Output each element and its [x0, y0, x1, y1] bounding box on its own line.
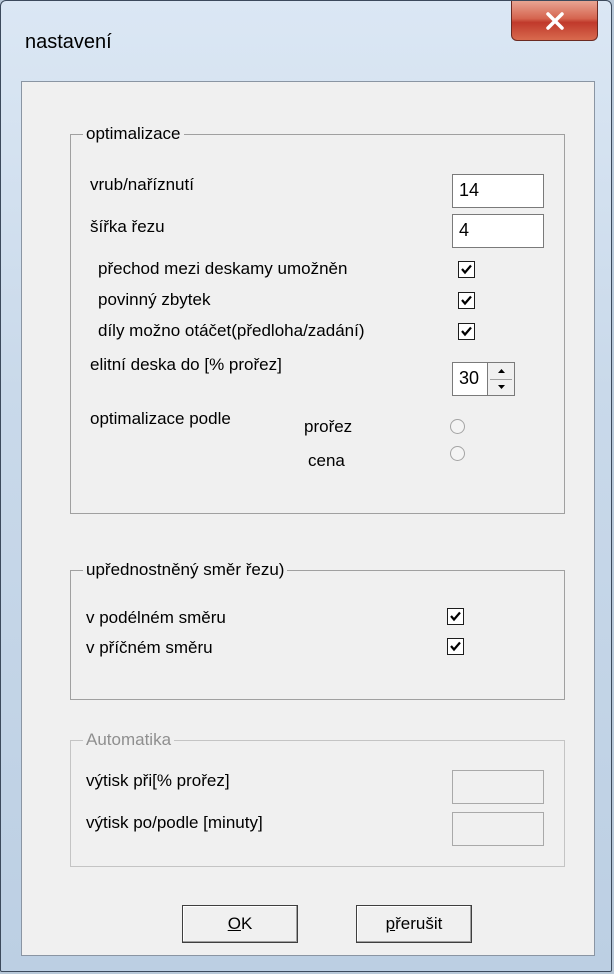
- check-icon: [461, 326, 472, 337]
- check-icon: [461, 295, 472, 306]
- arrow-up-icon: [497, 369, 505, 373]
- mandatory-rest-checkbox[interactable]: [458, 292, 475, 309]
- ok-mnemonic: O: [227, 914, 241, 933]
- longitudinal-label: v podélném směru: [86, 608, 226, 627]
- optimization-group-title: optimalizace: [83, 123, 184, 145]
- close-icon: [545, 11, 564, 30]
- ok-button[interactable]: OK: [182, 905, 298, 943]
- elite-board-spinner[interactable]: [487, 362, 515, 396]
- spin-up-button[interactable]: [488, 363, 514, 379]
- automation-group-title: Automatika: [83, 729, 175, 751]
- option-price-radio[interactable]: [450, 446, 465, 461]
- mandatory-rest-label: povinný zbytek: [98, 290, 211, 309]
- transition-checkbox[interactable]: [458, 261, 475, 278]
- option-waste-label: prořez: [304, 417, 353, 436]
- option-waste-radio[interactable]: [450, 419, 465, 434]
- transverse-label: v příčném směru: [86, 638, 213, 657]
- kerf-input[interactable]: 14: [452, 174, 544, 208]
- transverse-checkbox[interactable]: [447, 638, 464, 655]
- rotate-parts-label: díly možno otáčet(předloha/zadání): [98, 321, 365, 340]
- check-icon: [450, 611, 461, 622]
- close-button[interactable]: [511, 1, 598, 41]
- cancel-mnemonic: p: [385, 914, 396, 933]
- spin-down-button[interactable]: [488, 379, 514, 395]
- elite-board-label: elitní deska do [% prořez]: [90, 355, 282, 374]
- ok-label: K: [240, 914, 253, 933]
- print-after-label: výtisk po/podle [minuty]: [86, 813, 263, 832]
- print-after-input[interactable]: [452, 812, 544, 846]
- longitudinal-checkbox[interactable]: [447, 608, 464, 625]
- window-title: nastavení: [25, 31, 112, 53]
- preferred-direction-group-title: upřednostněný směr řezu): [83, 559, 288, 581]
- print-at-label: výtisk při[% prořez]: [86, 771, 230, 790]
- cut-width-label: šířka řezu: [90, 217, 165, 236]
- check-icon: [461, 264, 472, 275]
- arrow-down-icon: [497, 385, 505, 389]
- rotate-parts-checkbox[interactable]: [458, 323, 475, 340]
- dialog-body: optimalizace vrub/naříznutí 14 šířka řez…: [21, 81, 595, 956]
- elite-board-input[interactable]: 30: [452, 362, 488, 396]
- optimize-by-label: optimalizace podle: [90, 409, 231, 428]
- transition-label: přechod mezi deskamy umožněn: [98, 259, 348, 278]
- title-bar: nastavení: [1, 1, 611, 81]
- cancel-button[interactable]: přerušit: [356, 905, 472, 943]
- check-icon: [450, 641, 461, 652]
- option-price-label: cena: [308, 451, 345, 470]
- preferred-direction-group: upřednostněný směr řezu): [70, 559, 565, 700]
- print-at-input[interactable]: [452, 770, 544, 804]
- kerf-label: vrub/naříznutí: [90, 175, 194, 194]
- cut-width-input[interactable]: 4: [452, 214, 544, 248]
- settings-dialog: nastavení optimalizace vrub/naříznutí 14…: [0, 0, 612, 972]
- cancel-label: řerušit: [395, 914, 443, 933]
